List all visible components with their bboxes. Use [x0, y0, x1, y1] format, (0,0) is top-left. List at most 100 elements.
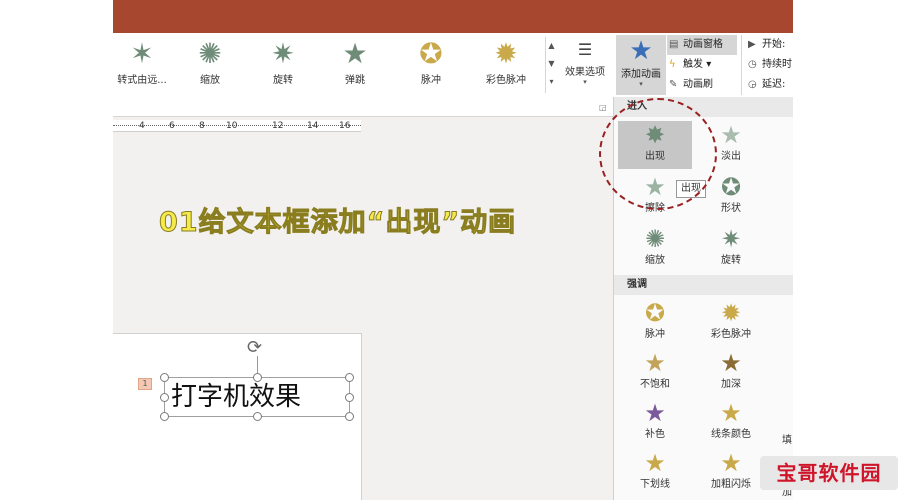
- star-color-pulse-icon: ✹: [720, 299, 742, 327]
- powerpoint-window: ✶ 转式由远... ✺ 缩放 ✷ 旋转 ★ 弹跳 ✪ 脉冲 ✹ 彩色脉冲 ▲ ▼…: [113, 0, 793, 500]
- animation-gallery: ✶ 转式由远... ✺ 缩放 ✷ 旋转 ★ 弹跳 ✪ 脉冲 ✹ 彩色脉冲: [113, 37, 557, 95]
- emphasis-item-label: 加粗闪烁: [711, 479, 751, 490]
- star-spin-icon: ✷: [271, 37, 295, 70]
- ruler-tick: 12: [272, 121, 284, 131]
- star-darken-icon: ★: [720, 349, 742, 377]
- entrance-item-rotate[interactable]: ✷ 旋转: [694, 225, 768, 273]
- animation-painter-label: 动画刷: [683, 79, 713, 90]
- gallery-item-label: 彩色脉冲: [486, 75, 526, 86]
- resize-handle-bottom-left[interactable]: [160, 412, 169, 421]
- resize-handle-bottom-right[interactable]: [345, 412, 354, 421]
- trigger-label: 触发: [683, 59, 703, 70]
- emphasis-item-label-cut: 填: [782, 435, 792, 446]
- emphasis-item-label: 不饱和: [640, 379, 670, 390]
- star-desaturate-icon: ★: [644, 349, 666, 377]
- resize-handle-top-right[interactable]: [345, 373, 354, 382]
- scroll-up-icon[interactable]: ▲: [546, 37, 557, 55]
- star-pulse-icon: ✪: [644, 299, 666, 327]
- star-line-color-icon: ★: [720, 399, 742, 427]
- resize-handle-top[interactable]: [253, 373, 262, 382]
- gallery-item-zoom-distance[interactable]: ✶ 转式由远...: [113, 39, 177, 89]
- play-icon: ▶: [748, 39, 756, 50]
- emphasis-item-underline[interactable]: ★ 下划线: [618, 449, 692, 497]
- emphasis-item-label: 线条颜色: [711, 429, 751, 440]
- resize-handle-bottom[interactable]: [253, 412, 262, 421]
- emphasis-item-label: 补色: [645, 429, 665, 440]
- emphasis-item-pulse[interactable]: ✪ 脉冲: [618, 299, 692, 347]
- star-color-pulse-icon: ✹: [494, 37, 518, 70]
- horizontal-ruler: 4 6 8 10 12 14 16: [113, 120, 361, 132]
- gallery-more-icon[interactable]: ▾: [546, 73, 557, 91]
- animation-pane-button[interactable]: ▤ 动画窗格: [667, 35, 737, 55]
- animation-order-badge[interactable]: 1: [138, 378, 152, 390]
- emphasis-item-complement[interactable]: ★ 补色: [618, 399, 692, 447]
- pane-icon: ▤: [669, 39, 679, 50]
- gallery-item-label: 脉冲: [421, 75, 441, 86]
- star-zoom-icon: ✶: [130, 37, 154, 70]
- gallery-item-spin[interactable]: ✷ 旋转: [248, 39, 318, 89]
- gallery-item-zoom[interactable]: ✺ 缩放: [175, 39, 245, 89]
- start-label: 开始:: [762, 39, 786, 50]
- entrance-item-label: 缩放: [645, 255, 665, 266]
- screenshot-stage: ✶ 转式由远... ✺ 缩放 ✷ 旋转 ★ 弹跳 ✪ 脉冲 ✹ 彩色脉冲 ▲ ▼…: [0, 0, 906, 500]
- effect-options-label: 效果选项: [565, 67, 605, 78]
- gallery-item-bounce[interactable]: ★ 弹跳: [320, 39, 390, 89]
- ruler-tick: 4: [139, 121, 145, 131]
- rotate-handle-icon[interactable]: ⟳: [247, 337, 262, 358]
- group-launcher-icon[interactable]: ◲: [599, 103, 607, 112]
- animation-pane-label: 动画窗格: [683, 39, 723, 50]
- resize-handle-left[interactable]: [160, 393, 169, 402]
- start-field[interactable]: ▶ 开始:: [746, 35, 793, 55]
- highlight-ring: [599, 98, 717, 210]
- emphasis-item-color-pulse[interactable]: ✹ 彩色脉冲: [694, 299, 768, 347]
- timing-group: ▶ 开始: ◷ 持续时 ◶ 延迟:: [741, 35, 793, 95]
- effect-options-button[interactable]: ☰ 效果选项 ▾: [559, 37, 611, 97]
- star-burst-icon: ✺: [198, 37, 222, 70]
- chevron-down-icon: ▾: [639, 80, 643, 88]
- delay-field[interactable]: ◶ 延迟:: [746, 75, 793, 95]
- emphasis-item-label: 脉冲: [645, 329, 665, 340]
- emphasis-item-label: 彩色脉冲: [711, 329, 751, 340]
- emphasis-item-desaturate[interactable]: ★ 不饱和: [618, 349, 692, 397]
- gallery-item-pulse[interactable]: ✪ 脉冲: [396, 39, 466, 89]
- entrance-item-zoom[interactable]: ✺ 缩放: [618, 225, 692, 273]
- emphasis-item-line-color[interactable]: ★ 线条颜色: [694, 399, 768, 447]
- ruler-tick: 16: [339, 121, 351, 131]
- add-star-icon: ★: [629, 36, 653, 66]
- ruler-tick: 8: [199, 121, 205, 131]
- gallery-item-color-pulse[interactable]: ✹ 彩色脉冲: [471, 39, 541, 89]
- add-animation-button[interactable]: ★ 添加动画 ▾: [616, 35, 666, 95]
- brush-icon: ✎: [669, 79, 678, 90]
- gallery-item-label: 旋转: [273, 75, 293, 86]
- star-rotate-icon: ✷: [720, 225, 742, 253]
- star-zoom-in-icon: ✺: [644, 225, 666, 253]
- duration-label: 持续时: [762, 59, 792, 70]
- emphasis-item-darken[interactable]: ★ 加深: [694, 349, 768, 397]
- effect-options-icon: ☰: [577, 40, 593, 59]
- textbox-text[interactable]: 打字机效果: [171, 381, 301, 413]
- star-bounce-icon: ★: [342, 37, 368, 70]
- resize-handle-right[interactable]: [345, 393, 354, 402]
- emphasis-item-bold-flash[interactable]: ★ 加粗闪烁: [694, 449, 768, 497]
- delay-label: 延迟:: [762, 79, 786, 90]
- scroll-down-icon[interactable]: ▼: [546, 55, 557, 73]
- watermark-logo: 宝哥软件园: [760, 456, 898, 490]
- emphasis-section-header: 强调: [614, 275, 793, 295]
- gallery-scrollbar[interactable]: ▲ ▼ ▾: [545, 37, 557, 93]
- selected-textbox[interactable]: 打字机效果: [164, 377, 350, 417]
- entrance-item-label: 形状: [721, 203, 741, 214]
- trigger-button[interactable]: ϟ 触发 ▾: [667, 55, 737, 75]
- title-bar: [113, 0, 793, 33]
- emphasis-item-label: 加深: [721, 379, 741, 390]
- animation-painter-button[interactable]: ✎ 动画刷: [667, 75, 737, 95]
- star-complement-icon: ★: [644, 399, 666, 427]
- ruler-tick: 14: [307, 121, 319, 131]
- entrance-item-label: 旋转: [721, 255, 741, 266]
- resize-handle-top-left[interactable]: [160, 373, 169, 382]
- star-underline-icon: ★: [644, 449, 666, 477]
- duration-field[interactable]: ◷ 持续时: [746, 55, 793, 75]
- add-animation-label: 添加动画: [621, 69, 661, 80]
- star-pulse-icon: ✪: [419, 37, 443, 70]
- chevron-down-icon: ▾: [583, 78, 587, 86]
- gallery-item-label: 转式由远...: [117, 75, 167, 86]
